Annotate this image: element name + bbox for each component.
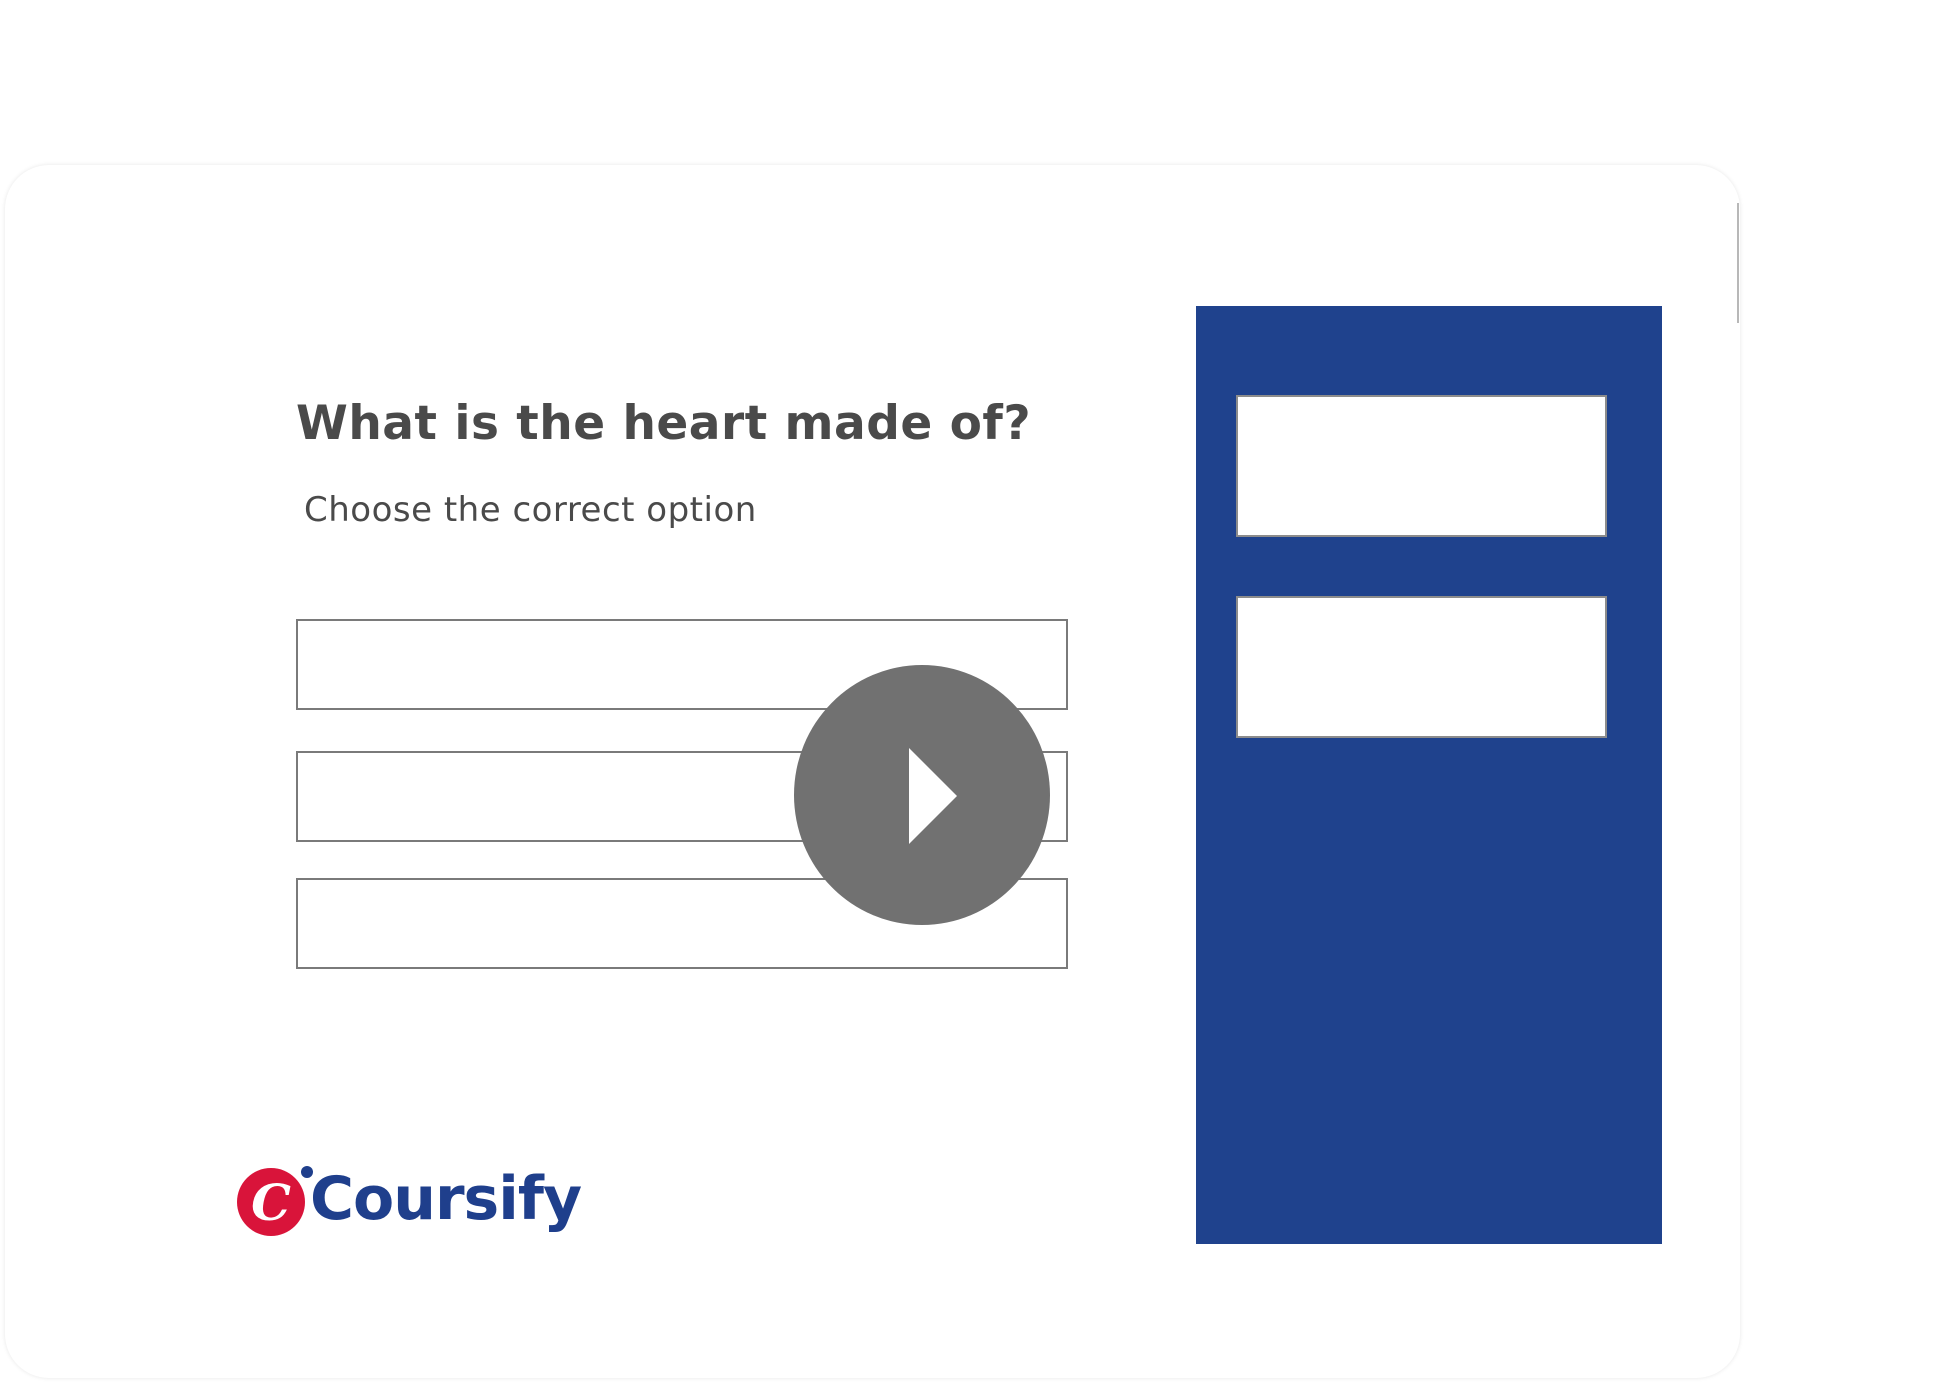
- card-edge-divider: [1737, 203, 1739, 323]
- drop-target-2[interactable]: [1236, 596, 1607, 738]
- coursify-logo: C Coursify: [235, 1160, 595, 1240]
- play-icon: [909, 748, 957, 844]
- brand-name: Coursify: [310, 1164, 582, 1234]
- question-title: What is the heart made of?: [296, 396, 1032, 451]
- drop-target-1[interactable]: [1236, 395, 1607, 537]
- coursify-logo-mark-icon: C: [237, 1166, 313, 1236]
- question-instruction: Choose the correct option: [304, 490, 757, 530]
- svg-text:C: C: [251, 1173, 291, 1232]
- play-button[interactable]: [794, 665, 1050, 925]
- side-panel: [1196, 306, 1662, 1244]
